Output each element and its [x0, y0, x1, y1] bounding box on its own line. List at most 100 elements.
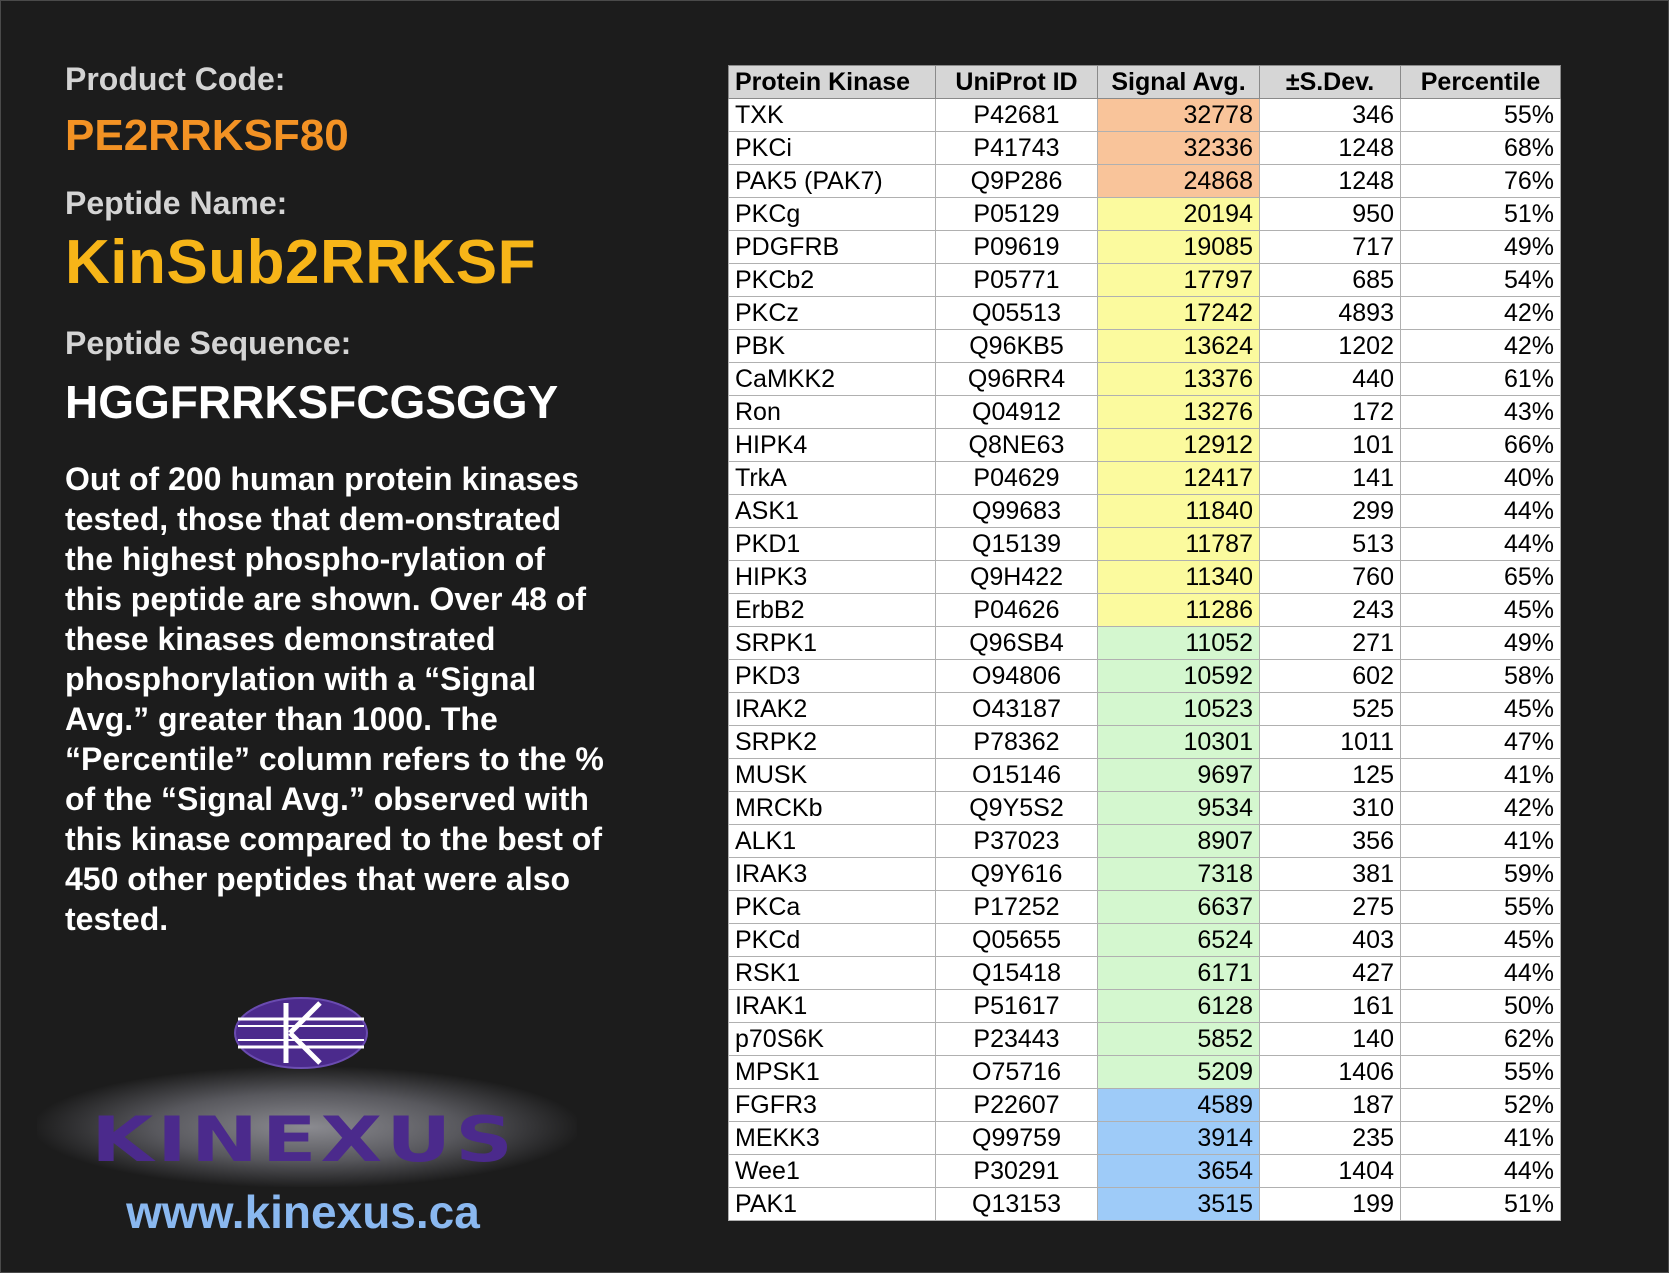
percentile-cell: 42% [1400, 329, 1561, 363]
sdev-cell: 602 [1259, 659, 1401, 693]
percentile-cell: 42% [1400, 296, 1561, 330]
sdev-cell: 717 [1259, 230, 1401, 264]
table-row: ALK1 P37023 8907 356 41% [728, 824, 1561, 858]
kinase-cell: HIPK4 [728, 428, 936, 462]
signal-cell: 6171 [1097, 956, 1260, 990]
percentile-cell: 41% [1400, 1121, 1561, 1155]
kinase-cell: PKD3 [728, 659, 936, 693]
sdev-cell: 346 [1259, 98, 1401, 132]
kinase-cell: MEKK3 [728, 1121, 936, 1155]
percentile-cell: 65% [1400, 560, 1561, 594]
peptide-name-label: Peptide Name: [65, 185, 288, 221]
percentile-cell: 51% [1400, 197, 1561, 231]
uniprot-cell: Q96SB4 [935, 626, 1098, 660]
header-sdev: ±S.Dev. [1259, 65, 1401, 99]
percentile-cell: 62% [1400, 1022, 1561, 1056]
sdev-cell: 403 [1259, 923, 1401, 957]
signal-cell: 13276 [1097, 395, 1260, 429]
table-row: PBK Q96KB5 13624 1202 42% [728, 329, 1561, 363]
uniprot-cell: O15146 [935, 758, 1098, 792]
signal-cell: 10592 [1097, 659, 1260, 693]
peptide-sequence: HGGFRRKSFCGSGGY [65, 376, 559, 428]
table-row: SRPK1 Q96SB4 11052 271 49% [728, 626, 1561, 660]
uniprot-cell: Q9Y5S2 [935, 791, 1098, 825]
signal-cell: 32778 [1097, 98, 1260, 132]
percentile-cell: 55% [1400, 890, 1561, 924]
table-row: IRAK1 P51617 6128 161 50% [728, 989, 1561, 1023]
uniprot-cell: Q15139 [935, 527, 1098, 561]
header-signal-avg: Signal Avg. [1097, 65, 1260, 99]
signal-cell: 10523 [1097, 692, 1260, 726]
uniprot-cell: Q05513 [935, 296, 1098, 330]
sdev-cell: 381 [1259, 857, 1401, 891]
sdev-cell: 275 [1259, 890, 1401, 924]
percentile-cell: 43% [1400, 395, 1561, 429]
percentile-cell: 45% [1400, 593, 1561, 627]
uniprot-cell: P42681 [935, 98, 1098, 132]
signal-cell: 5852 [1097, 1022, 1260, 1056]
percentile-cell: 58% [1400, 659, 1561, 693]
uniprot-cell: O94806 [935, 659, 1098, 693]
sdev-cell: 235 [1259, 1121, 1401, 1155]
table-row: PKCi P41743 32336 1248 68% [728, 131, 1561, 165]
percentile-cell: 50% [1400, 989, 1561, 1023]
sdev-cell: 141 [1259, 461, 1401, 495]
signal-cell: 9697 [1097, 758, 1260, 792]
sdev-cell: 299 [1259, 494, 1401, 528]
uniprot-cell: P04626 [935, 593, 1098, 627]
table-row: IRAK2 O43187 10523 525 45% [728, 692, 1561, 726]
percentile-cell: 49% [1400, 230, 1561, 264]
sdev-cell: 101 [1259, 428, 1401, 462]
signal-cell: 12417 [1097, 461, 1260, 495]
signal-cell: 19085 [1097, 230, 1260, 264]
sdev-cell: 1011 [1259, 725, 1401, 759]
uniprot-cell: P41743 [935, 131, 1098, 165]
table-row: HIPK3 Q9H422 11340 760 65% [728, 560, 1561, 594]
sdev-cell: 356 [1259, 824, 1401, 858]
table-row: ErbB2 P04626 11286 243 45% [728, 593, 1561, 627]
signal-cell: 7318 [1097, 857, 1260, 891]
kinase-cell: Ron [728, 395, 936, 429]
uniprot-cell: P09619 [935, 230, 1098, 264]
uniprot-cell: P51617 [935, 989, 1098, 1023]
signal-cell: 6637 [1097, 890, 1260, 924]
uniprot-cell: Q13153 [935, 1187, 1098, 1221]
percentile-cell: 45% [1400, 923, 1561, 957]
kinase-cell: IRAK3 [728, 857, 936, 891]
signal-cell: 4589 [1097, 1088, 1260, 1122]
sdev-cell: 685 [1259, 263, 1401, 297]
kinase-cell: PKD1 [728, 527, 936, 561]
signal-cell: 5209 [1097, 1055, 1260, 1089]
table-row: TrkA P04629 12417 141 40% [728, 461, 1561, 495]
signal-cell: 17797 [1097, 263, 1260, 297]
table-row: MEKK3 Q99759 3914 235 41% [728, 1121, 1561, 1155]
kinexus-k-icon [234, 997, 368, 1069]
website-url[interactable]: www.kinexus.ca [63, 1185, 543, 1239]
uniprot-cell: Q99759 [935, 1121, 1098, 1155]
table-row: MUSK O15146 9697 125 41% [728, 758, 1561, 792]
header-uniprot-id: UniProt ID [935, 65, 1098, 99]
percentile-cell: 44% [1400, 527, 1561, 561]
percentile-cell: 68% [1400, 131, 1561, 165]
page-frame: Product Code: PE2RRKSF80 Peptide Name: K… [0, 0, 1669, 1273]
percentile-cell: 42% [1400, 791, 1561, 825]
kinase-cell: MPSK1 [728, 1055, 936, 1089]
kinase-cell: PKCg [728, 197, 936, 231]
product-code-label: Product Code: [65, 61, 286, 97]
sdev-cell: 440 [1259, 362, 1401, 396]
kinase-cell: MUSK [728, 758, 936, 792]
kinase-cell: PDGFRB [728, 230, 936, 264]
percentile-cell: 76% [1400, 164, 1561, 198]
table-row: CaMKK2 Q96RR4 13376 440 61% [728, 362, 1561, 396]
sdev-cell: 4893 [1259, 296, 1401, 330]
table-body: TXK P42681 32778 346 55% PKCi P41743 32336 1248 6… [728, 98, 1561, 1221]
uniprot-cell: P05129 [935, 197, 1098, 231]
percentile-cell: 44% [1400, 1154, 1561, 1188]
kinase-cell: PBK [728, 329, 936, 363]
percentile-cell: 41% [1400, 758, 1561, 792]
uniprot-cell: Q9P286 [935, 164, 1098, 198]
percentile-cell: 52% [1400, 1088, 1561, 1122]
table-row: PKCa P17252 6637 275 55% [728, 890, 1561, 924]
uniprot-cell: P23443 [935, 1022, 1098, 1056]
kinase-cell: SRPK1 [728, 626, 936, 660]
